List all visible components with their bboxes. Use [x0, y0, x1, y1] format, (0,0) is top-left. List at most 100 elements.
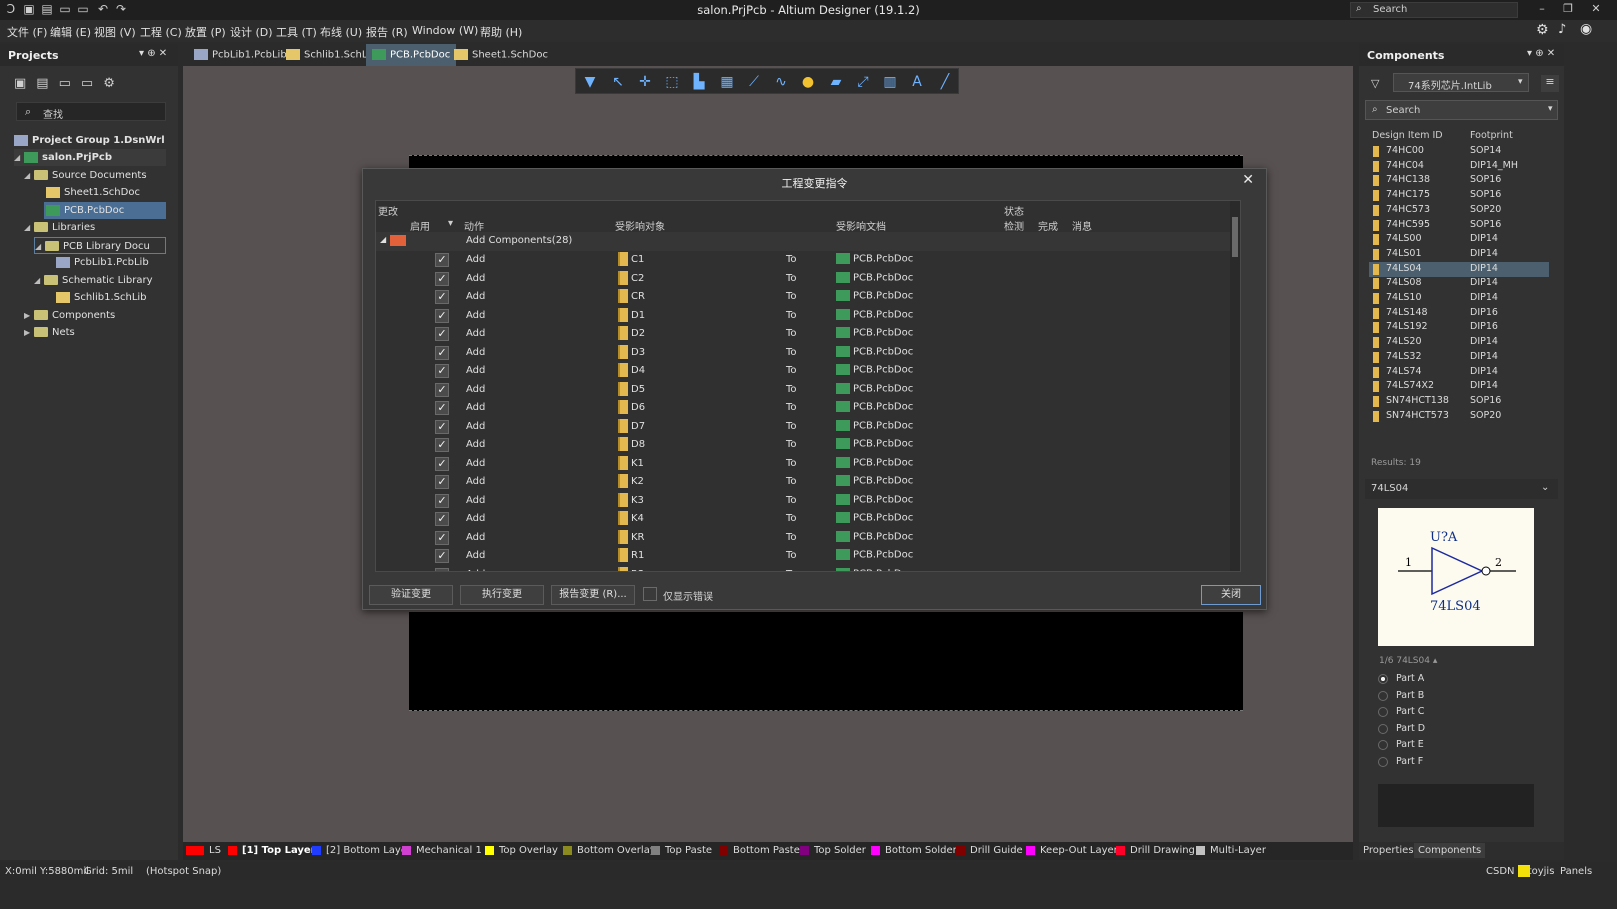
validate-changes-button[interactable]: 验证变更 — [369, 585, 453, 605]
part-radio[interactable] — [1378, 674, 1388, 684]
grid-scroll-thumb[interactable] — [1232, 217, 1238, 257]
selected-component-header[interactable]: 74LS04 ⌄ — [1365, 479, 1558, 499]
eco-row[interactable]: ✓ Add K3 To PCB.PcbDoc — [376, 492, 1240, 511]
menu-help[interactable]: 帮助 (H) — [480, 24, 522, 40]
save-project-icon[interactable]: ▣ — [14, 76, 36, 91]
user-account-icon[interactable]: ◉ — [1580, 21, 1592, 37]
tree-sheet1-schdoc[interactable]: Sheet1.SchDoc — [46, 184, 140, 201]
menu-edit[interactable]: 编辑 (E) — [50, 24, 91, 40]
eco-row[interactable]: ✓ Add D8 To PCB.PcbDoc — [376, 436, 1240, 455]
header-affected-document[interactable]: 受影响文档 — [836, 218, 886, 233]
execute-changes-button[interactable]: 执行变更 — [460, 585, 544, 605]
enable-checkbox[interactable]: ✓ — [435, 308, 449, 323]
header-done[interactable]: 完成 — [1038, 218, 1058, 233]
only-errors-checkbox[interactable] — [643, 587, 657, 601]
part-indicator[interactable]: 1/6 74LS04 ▴ — [1379, 656, 1437, 666]
part-radio[interactable] — [1378, 756, 1388, 767]
menu-tools[interactable]: 工具 (T) — [276, 24, 317, 40]
layer-tab[interactable]: Top Overlay — [485, 845, 558, 856]
fill-icon[interactable]: ▰ — [826, 72, 846, 92]
eco-row[interactable]: ✓ Add D5 To PCB.PcbDoc — [376, 381, 1240, 400]
menu-view[interactable]: 视图 (V) — [94, 24, 136, 40]
text-icon[interactable]: A — [907, 72, 927, 92]
tab-sheet1-schdoc[interactable]: Sheet1.SchDoc — [448, 44, 554, 66]
component-row[interactable]: 74LS148 DIP16 — [1369, 306, 1549, 321]
menu-icon[interactable]: ≡ — [1541, 75, 1559, 92]
eco-row[interactable]: ✓ Add K2 To PCB.PcbDoc — [376, 473, 1240, 492]
menu-window[interactable]: Window (W) — [412, 24, 478, 37]
close-window-button[interactable]: ✕ — [1586, 2, 1606, 15]
minimize-button[interactable]: – — [1532, 2, 1552, 15]
eco-row[interactable]: ✓ Add D3 To PCB.PcbDoc — [376, 344, 1240, 363]
library-select[interactable]: 74系列芯片.IntLib ▾ — [1393, 73, 1529, 92]
panels-button[interactable]: Panels — [1560, 866, 1592, 877]
gear-icon[interactable]: ⚙ — [103, 76, 125, 91]
part-radio[interactable] — [1378, 690, 1388, 701]
collapse-icon[interactable]: ◢ — [380, 235, 386, 244]
component-row[interactable]: 74HC573 SOP20 — [1369, 203, 1549, 218]
tab-pcblib1[interactable]: PcbLib1.PcbLib — [188, 44, 293, 66]
settings-gear-icon[interactable]: ⚙ — [1536, 22, 1549, 38]
part-radio[interactable] — [1378, 707, 1388, 717]
component-row[interactable]: 74LS01 DIP14 — [1369, 247, 1549, 262]
layer-tab[interactable]: Top Solder — [800, 845, 866, 856]
tab-properties[interactable]: Properties — [1363, 845, 1414, 856]
layer-tab[interactable]: Drill Drawing — [1116, 845, 1195, 856]
layer-tab[interactable]: [2] Bottom Layer — [312, 845, 411, 856]
chart-icon[interactable]: ▥ — [880, 72, 900, 92]
layer-tab[interactable]: Multi-Layer — [1196, 845, 1266, 856]
component-row[interactable]: 74HC00 SOP14 — [1369, 144, 1549, 159]
component-row[interactable]: 74LS10 DIP14 — [1369, 291, 1549, 306]
component-row[interactable]: 74HC175 SOP16 — [1369, 188, 1549, 203]
tree-schlib1[interactable]: Schlib1.SchLib — [56, 289, 147, 306]
notifications-bell-icon[interactable]: ♪ — [1558, 22, 1566, 37]
enable-checkbox[interactable]: ✓ — [435, 456, 449, 471]
enable-checkbox[interactable]: ✓ — [435, 567, 449, 571]
enable-checkbox[interactable]: ✓ — [435, 438, 449, 452]
maximize-button[interactable]: ❐ — [1558, 2, 1578, 15]
diff-pair-icon[interactable]: ∿ — [771, 72, 791, 92]
layer-tab[interactable]: Bottom Paste — [719, 845, 800, 856]
component-row[interactable]: 74LS00 DIP14 — [1369, 232, 1549, 247]
layer-tab[interactable]: LS — [186, 845, 221, 856]
filter-icon[interactable]: ▼ — [580, 72, 600, 92]
dimension-icon[interactable]: ⤢ — [853, 72, 873, 92]
enable-checkbox[interactable]: ✓ — [435, 493, 449, 508]
eco-row[interactable]: ✓ Add D4 To PCB.PcbDoc — [376, 362, 1240, 381]
component-row[interactable]: 74LS08 DIP14 — [1369, 276, 1549, 291]
via-icon[interactable]: ● — [798, 72, 818, 92]
layer-tab[interactable]: Drill Guide — [956, 845, 1023, 856]
panel-menu-icon[interactable]: ▾ ⊕ ✕ — [139, 48, 167, 59]
menu-place[interactable]: 放置 (P) — [185, 24, 226, 40]
enable-checkbox[interactable]: ✓ — [435, 401, 449, 415]
header-action[interactable]: 动作 — [464, 218, 484, 233]
tree-components[interactable]: ▶ Components — [24, 307, 115, 324]
tree-pcblib1[interactable]: PcbLib1.PcbLib — [56, 254, 149, 271]
menu-design[interactable]: 设计 (D) — [230, 24, 273, 40]
route-icon[interactable]: ⟋ — [744, 72, 764, 92]
eco-row[interactable]: ✓ Add CR To PCB.PcbDoc — [376, 288, 1240, 307]
layer-tab[interactable]: Mechanical 1 — [402, 845, 482, 856]
dialog-close-icon[interactable]: ✕ — [1242, 172, 1254, 188]
close-dialog-button[interactable]: 关闭 — [1201, 585, 1261, 605]
layer-tab[interactable]: [1] Top Layer — [228, 845, 316, 856]
component-row[interactable]: 74LS32 DIP14 — [1369, 350, 1549, 365]
component-row[interactable]: SN74HCT138 SOP16 — [1369, 394, 1549, 409]
panel-menu-icon[interactable]: ▾ ⊕ ✕ — [1527, 48, 1555, 59]
component-row[interactable]: SN74HCT573 SOP20 — [1369, 409, 1549, 424]
filter-icon[interactable]: ▽ — [1371, 77, 1379, 90]
layer-tab[interactable]: Top Paste — [651, 845, 712, 856]
component-row[interactable]: 74HC595 SOP16 — [1369, 218, 1549, 233]
eco-row[interactable]: ✓ Add R1 To PCB.PcbDoc — [376, 547, 1240, 566]
copy-icon[interactable]: ▤ — [36, 76, 58, 91]
eco-row[interactable]: ✓ Add D2 To PCB.PcbDoc — [376, 325, 1240, 344]
tree-libraries[interactable]: ◢ Libraries — [24, 219, 95, 236]
eco-row[interactable]: ✓ Add D6 To PCB.PcbDoc — [376, 399, 1240, 418]
menu-route[interactable]: 布线 (U) — [320, 24, 362, 40]
tree-pcb-pcbdoc[interactable]: PCB.PcbDoc — [44, 202, 166, 219]
tree-project-group[interactable]: Project Group 1.DsnWrl — [14, 132, 165, 149]
part-radio[interactable] — [1378, 723, 1388, 734]
tree-nets[interactable]: ▶ Nets — [24, 324, 75, 341]
tree-schematic-library[interactable]: ◢ Schematic Library — [34, 272, 153, 289]
report-changes-button[interactable]: 报告变更 (R)... — [551, 585, 635, 605]
